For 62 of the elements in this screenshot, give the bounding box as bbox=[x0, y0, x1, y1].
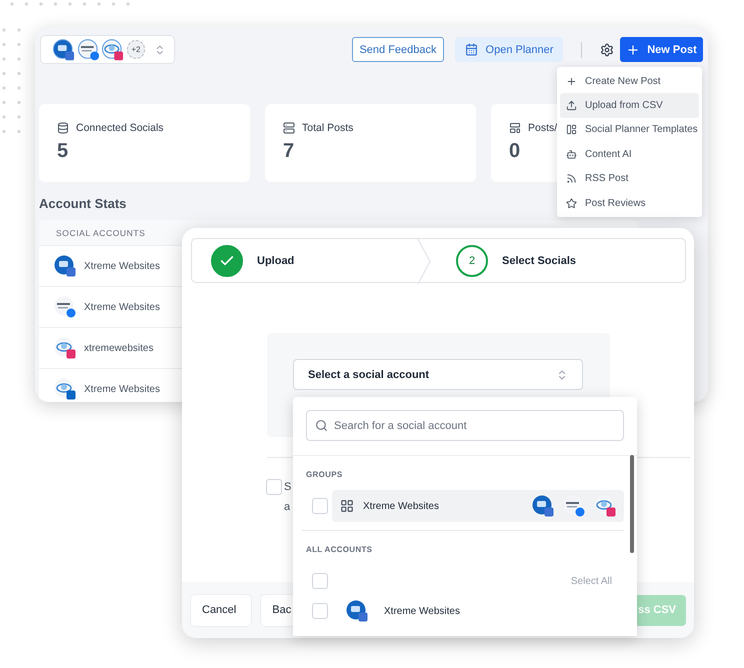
account-selector[interactable]: +2 bbox=[40, 35, 175, 64]
menu-item[interactable]: Upload from CSV bbox=[560, 93, 699, 118]
account-name[interactable]: Xtreme Websites bbox=[384, 606, 460, 616]
account-name: Xtreme Websites bbox=[84, 384, 160, 394]
cancel-button[interactable]: Cancel bbox=[191, 594, 252, 626]
step-label: Select Socials bbox=[502, 254, 576, 266]
server-icon bbox=[283, 122, 295, 134]
rss-icon bbox=[566, 173, 577, 184]
layout-icon bbox=[509, 122, 521, 134]
menu-item[interactable]: Content AI bbox=[560, 142, 699, 167]
open-planner-button[interactable]: Open Planner bbox=[455, 37, 563, 62]
stat-value: 0 bbox=[509, 140, 520, 163]
grid-icon bbox=[340, 499, 354, 513]
star-icon bbox=[566, 198, 577, 209]
account-avatar-icon bbox=[102, 38, 124, 60]
stat-label: Posts/ bbox=[528, 122, 558, 134]
checkbox[interactable] bbox=[312, 603, 328, 619]
account-avatar-icon bbox=[78, 38, 100, 60]
account-avatar-icon bbox=[54, 337, 76, 359]
checkbox[interactable] bbox=[312, 498, 328, 514]
account-avatar-icon bbox=[346, 600, 368, 622]
section-title: Account Stats bbox=[39, 196, 126, 211]
robot-icon bbox=[566, 148, 577, 160]
more-accounts-count: +2 bbox=[126, 40, 146, 59]
plus-icon bbox=[566, 76, 577, 87]
stat-label: Connected Socials bbox=[76, 122, 164, 134]
stat-value: 7 bbox=[283, 140, 294, 163]
new-post-button[interactable]: New Post bbox=[620, 37, 703, 62]
layout-icon bbox=[566, 124, 577, 136]
search-icon bbox=[315, 419, 328, 432]
step-number: 2 bbox=[456, 244, 488, 276]
menu-item[interactable]: Post Reviews bbox=[560, 190, 699, 216]
calendar-icon bbox=[464, 43, 478, 56]
stat-label: Total Posts bbox=[302, 122, 354, 134]
account-avatar-icon bbox=[532, 495, 554, 517]
send-feedback-button[interactable]: Send Feedback bbox=[352, 37, 444, 62]
account-select[interactable]: Select a social account bbox=[293, 359, 583, 390]
database-icon bbox=[57, 122, 69, 134]
account-name: xtremewebsites bbox=[84, 342, 154, 354]
consent-text: S a bbox=[284, 480, 292, 515]
settings-icon[interactable] bbox=[600, 42, 614, 56]
plus-icon bbox=[626, 42, 640, 56]
step-label: Upload bbox=[257, 254, 294, 266]
upload-icon bbox=[566, 100, 577, 112]
scrollbar-thumb[interactable] bbox=[630, 455, 634, 553]
account-avatar-icon bbox=[54, 255, 76, 277]
checkbox[interactable] bbox=[266, 479, 282, 495]
account-name: Xtreme Websites bbox=[84, 302, 160, 312]
chevron-updown-icon bbox=[556, 368, 568, 380]
stat-value: 5 bbox=[57, 140, 68, 163]
account-name: Xtreme Websites bbox=[84, 260, 160, 272]
menu-item[interactable]: RSS Post bbox=[560, 166, 699, 191]
group-item[interactable]: Xtreme Websites bbox=[332, 490, 624, 522]
account-avatar-icon bbox=[54, 296, 76, 318]
column-header: SOCIAL ACCOUNTS bbox=[56, 228, 146, 238]
search-field[interactable]: Search for a social account bbox=[306, 410, 624, 441]
menu-item[interactable]: Create New Post bbox=[560, 69, 699, 94]
section-heading: ALL ACCOUNTS bbox=[305, 544, 374, 554]
menu-item[interactable]: Social Planner Templates bbox=[560, 118, 699, 142]
section-heading: GROUPS bbox=[305, 469, 344, 479]
checkbox[interactable] bbox=[312, 573, 328, 589]
account-avatar-icon bbox=[53, 38, 75, 60]
